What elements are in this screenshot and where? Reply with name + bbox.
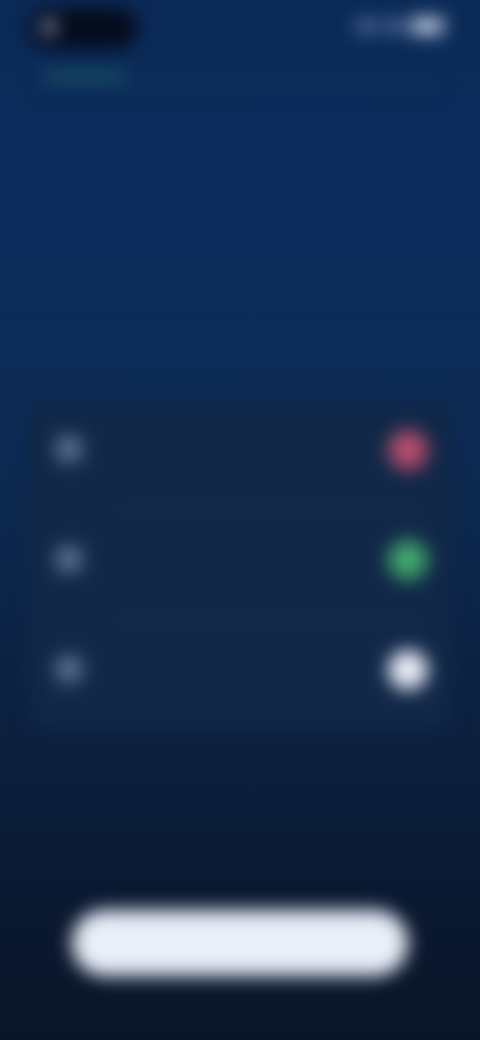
item-icon bbox=[56, 656, 82, 682]
item-icon bbox=[56, 436, 82, 462]
signal-icon bbox=[356, 21, 378, 31]
progress-indicator bbox=[44, 74, 124, 78]
blurred-content bbox=[0, 0, 480, 1040]
permission-row[interactable] bbox=[28, 510, 452, 620]
item-icon bbox=[56, 546, 82, 572]
permissions-screen bbox=[0, 0, 480, 1040]
status-icons bbox=[356, 18, 444, 34]
status-bar bbox=[0, 0, 480, 56]
permission-row[interactable] bbox=[28, 400, 452, 510]
continue-button[interactable] bbox=[72, 910, 408, 976]
wifi-icon bbox=[386, 21, 402, 31]
battery-icon bbox=[410, 18, 444, 34]
permission-toggle[interactable] bbox=[388, 430, 428, 470]
top-divider bbox=[40, 84, 440, 86]
permission-toggle[interactable] bbox=[388, 540, 428, 580]
permission-toggle[interactable] bbox=[388, 650, 428, 690]
permission-row[interactable] bbox=[28, 620, 452, 730]
status-dot-icon bbox=[42, 20, 56, 34]
